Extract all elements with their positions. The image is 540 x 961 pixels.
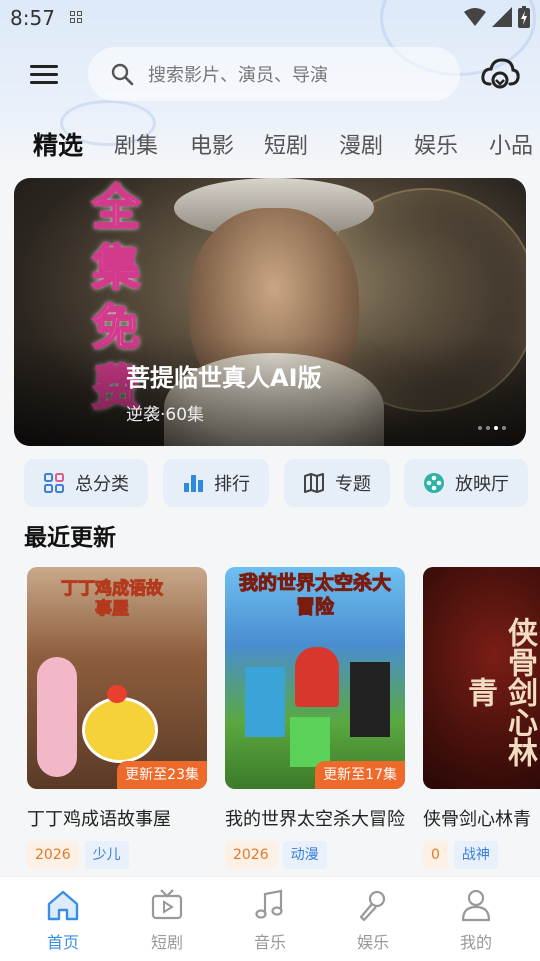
nav-short-drama[interactable]: 短剧 xyxy=(127,887,207,953)
tab-short-drama[interactable]: 短剧 xyxy=(264,128,308,160)
video-poster: 我的世界太空杀大冒险 更新至17集 xyxy=(225,567,405,789)
tab-comic-drama[interactable]: 漫剧 xyxy=(339,128,383,160)
app-notification-icon xyxy=(70,11,84,25)
ranking-button[interactable]: 排行 xyxy=(163,459,269,507)
banner-title: 菩提临世真人AI版 xyxy=(126,364,322,392)
nav-home[interactable]: 首页 xyxy=(23,887,103,953)
year-tag: 0 xyxy=(423,841,448,869)
poster-title-text: 我的世界太空杀大冒险 xyxy=(238,572,391,619)
year-tag: 2026 xyxy=(225,841,277,869)
all-categories-label: 总分类 xyxy=(75,474,129,495)
ranking-label: 排行 xyxy=(214,474,250,495)
video-card[interactable]: 丁丁鸡成语故事屋 更新至23集 丁丁鸡成语故事屋 2026 少儿 xyxy=(27,567,207,869)
cloud-download-icon[interactable] xyxy=(480,56,520,92)
banner-pagination xyxy=(478,426,506,430)
pagination-dot xyxy=(486,426,490,430)
nav-short-drama-label: 短剧 xyxy=(150,933,183,952)
user-icon xyxy=(461,889,491,922)
tab-entertainment[interactable]: 娱乐 xyxy=(414,128,458,160)
map-book-icon xyxy=(304,473,324,493)
search-bar[interactable]: 搜索影片、演员、导演 xyxy=(88,47,460,101)
video-card[interactable]: 我的世界太空杀大冒险 更新至17集 我的世界太空杀大冒险 2026 动漫 xyxy=(225,567,405,869)
status-time: 8:57 xyxy=(10,6,55,30)
category-tabs: 精选 剧集 电影 短剧 漫剧 娱乐 小品 xyxy=(0,124,540,168)
home-icon xyxy=(47,890,79,921)
wifi-icon xyxy=(464,8,486,26)
banner-subtitle: 逆袭·60集 xyxy=(126,405,205,425)
tab-series[interactable]: 剧集 xyxy=(114,128,158,160)
bar-chart-icon xyxy=(184,475,203,492)
video-title: 我的世界太空杀大冒险 xyxy=(225,809,405,830)
pagination-dot-active xyxy=(494,426,498,430)
genre-tag: 少儿 xyxy=(84,841,129,869)
tab-movies[interactable]: 电影 xyxy=(190,128,234,160)
tab-featured[interactable]: 精选 xyxy=(33,126,83,162)
video-title: 侠骨剑心林青 xyxy=(423,809,531,830)
year-tag: 2026 xyxy=(27,841,79,869)
grid-icon xyxy=(44,473,64,493)
nav-entertainment-label: 娱乐 xyxy=(356,933,389,952)
nav-music[interactable]: 音乐 xyxy=(230,887,310,953)
hamburger-icon xyxy=(30,65,58,84)
featured-banner[interactable]: 全集免费 菩提临世真人AI版 逆袭·60集 xyxy=(14,178,526,446)
cell-signal-icon xyxy=(492,7,512,27)
video-poster: 侠骨剑心林青 xyxy=(423,567,540,789)
film-reel-icon xyxy=(424,473,444,493)
pagination-dot xyxy=(502,426,506,430)
screening-hall-button[interactable]: 放映厅 xyxy=(404,459,528,507)
status-bar: 8:57 xyxy=(0,0,540,36)
tab-skits[interactable]: 小品 xyxy=(489,128,533,160)
music-note-icon xyxy=(255,889,283,919)
topics-label: 专题 xyxy=(335,474,371,495)
pagination-dot xyxy=(478,426,482,430)
video-card[interactable]: 侠骨剑心林青 侠骨剑心林青 0 战神 xyxy=(423,567,540,869)
battery-icon xyxy=(518,6,530,28)
video-title: 丁丁鸡成语故事屋 xyxy=(27,809,171,830)
nav-profile-label: 我的 xyxy=(459,933,492,952)
genre-tag: 战神 xyxy=(453,841,498,869)
video-poster: 丁丁鸡成语故事屋 更新至23集 xyxy=(27,567,207,789)
genre-tag: 动漫 xyxy=(282,841,327,869)
nav-entertainment[interactable]: 娱乐 xyxy=(333,887,413,953)
nav-music-label: 音乐 xyxy=(253,933,286,952)
search-placeholder: 搜索影片、演员、导演 xyxy=(148,65,328,86)
nav-home-label: 首页 xyxy=(46,933,79,952)
update-badge: 更新至17集 xyxy=(315,761,405,789)
microphone-icon xyxy=(359,890,386,922)
topics-button[interactable]: 专题 xyxy=(284,459,390,507)
poster-title-text: 侠骨剑心林青 xyxy=(462,617,537,767)
section-title-recent: 最近更新 xyxy=(24,525,116,551)
menu-button[interactable] xyxy=(30,62,58,86)
poster-title-text: 丁丁鸡成语故事屋 xyxy=(61,579,164,620)
all-categories-button[interactable]: 总分类 xyxy=(24,459,148,507)
search-icon xyxy=(111,63,134,86)
update-badge: 更新至23集 xyxy=(117,761,207,789)
bottom-navigation: 首页 短剧 音乐 娱乐 我的 xyxy=(0,876,540,961)
nav-profile[interactable]: 我的 xyxy=(436,887,516,953)
screening-hall-label: 放映厅 xyxy=(455,474,509,495)
tv-play-icon xyxy=(151,889,183,920)
